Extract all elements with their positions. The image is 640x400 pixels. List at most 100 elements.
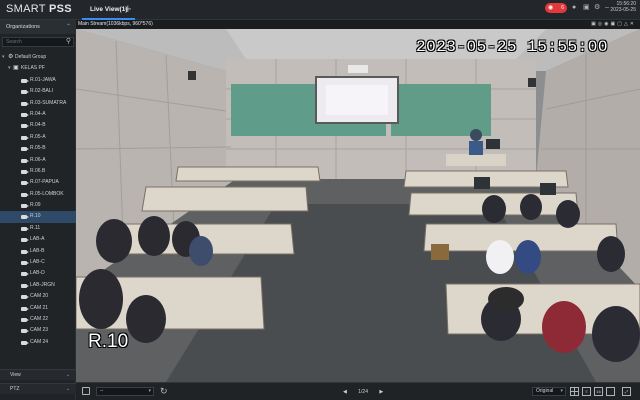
device-item[interactable]: CAM 23 [0,325,76,336]
ptz-label: PTZ [10,386,20,392]
device-item[interactable]: R.10 [0,211,76,223]
chevron-down-icon: ▾ [148,388,151,394]
device-item[interactable]: R.05-B [0,143,76,154]
device-item[interactable]: CAM 21 [0,303,76,314]
layout-list-icon[interactable]: ≡ [582,387,591,396]
device-label: R.11 [30,224,41,231]
camera-icon [21,192,29,197]
camera-icon [21,158,29,163]
device-item[interactable]: R.01-JAWA [0,75,76,86]
device-item[interactable]: LAB-D [0,268,76,279]
tree-root[interactable]: ▾ ⚙ Default Group [0,52,76,63]
device-item[interactable]: R.06.B [0,166,76,177]
device-item[interactable]: R.07-PAPUA [0,177,76,188]
device-item[interactable]: R.02-BALI [0,86,76,97]
device-label: CAM 23 [30,327,49,334]
classroom-scene [76,29,640,382]
device-label: CAM 20 [30,293,49,300]
device-item[interactable]: R.03-SUMATRA [0,98,76,109]
camera-icon [21,181,29,186]
lock-icon[interactable]: ▣ [583,3,590,13]
user-icon[interactable]: ● [572,3,576,13]
add-tab-icon[interactable]: + [124,2,132,16]
layout-grid-icon[interactable] [570,387,579,396]
clock-date: 2023-05-25 [610,7,636,13]
device-item[interactable]: LAB-C [0,257,76,268]
device-item[interactable]: R.05-LOMBOK [0,189,76,200]
camera-icon [21,238,29,243]
bell-icon: ◉ [548,5,554,11]
device-list: R.01-JAWA R.02-BALI R.03-SUMATRA R.04-A R.04… [0,75,76,348]
layout-16-button[interactable]: 16 [594,387,603,396]
stream-tool-icons[interactable]: ▣◎◉▣▢△✕ [591,20,636,29]
camera-icon [21,317,29,322]
device-label: CAM 22 [30,315,49,322]
organizations-header[interactable]: Organizations ⌃ [0,20,76,34]
settings-icon[interactable]: ⚙ [594,3,600,13]
save-view-icon[interactable] [82,387,90,395]
bottom-toolbar: -- ▾ ↻ ◀ 1/24 ▶ Original ▾ ≡ 16 ⤢ [76,382,640,400]
alarm-badge[interactable]: ◉ 6 [545,3,567,13]
camera-icon [21,295,29,300]
camera-icon [21,340,29,345]
device-label: R.04-A [30,110,46,117]
next-page-icon[interactable]: ▶ [379,389,383,395]
chevron-down-icon: ▾ [560,388,563,394]
aspect-ratio-select[interactable]: Original ▾ [532,387,566,396]
device-label: LAB-C [30,259,45,266]
device-label: LAB-D [30,270,45,277]
device-item[interactable]: R.09 [0,200,76,211]
device-item[interactable]: R.06-A [0,155,76,166]
camera-icon [21,215,29,220]
osd-timestamp: 2023-05-25 15:55:00 [416,38,608,56]
search-icon[interactable]: ⚲ [66,37,71,45]
prev-page-icon[interactable]: ◀ [343,389,347,395]
camera-icon [21,101,29,106]
live-view-pane[interactable]: Main Stream(1036kbps, 960*576) ▣◎◉▣▢△✕ 2… [76,20,640,382]
device-item[interactable]: R.04-B [0,120,76,131]
device-label: LAB-JRGN [30,281,55,288]
chevron-up-icon: ⌃ [65,24,71,30]
app-logo: SMART PSS [6,3,72,15]
view-section[interactable]: View ⌄ [0,369,76,380]
fullscreen-icon[interactable]: ⤢ [622,387,631,396]
caret-down-icon[interactable]: ▾ [2,52,5,63]
caret-down-icon[interactable]: ▾ [8,63,11,74]
alarm-count: 6 [561,5,564,11]
page-indicator: 1/24 [358,389,368,395]
view-select[interactable]: -- ▾ [96,387,154,396]
layout-single-icon[interactable] [606,387,615,396]
device-sidebar: Organizations ⌃ ⚲ ▾ ⚙ Default Group ▾ ▣ … [0,20,76,400]
ptz-section[interactable]: PTZ ⌄ [0,383,76,394]
title-bar: SMART PSS Live View(1) + ◉ 6 ● ▣ ⚙ – 15:… [0,0,640,20]
device-item[interactable]: CAM 24 [0,337,76,348]
minimize-icon[interactable]: – [605,3,609,13]
refresh-icon[interactable]: ↻ [160,385,168,397]
system-clock: 15:56:20 2023-05-25 [610,1,636,13]
search-input[interactable] [6,38,62,46]
device-item[interactable]: CAM 22 [0,314,76,325]
group-icon: ⚙ [8,54,14,60]
tree-group[interactable]: ▾ ▣ KELAS PF [0,63,76,74]
device-search-box: ⚲ [2,37,74,47]
camera-video-feed[interactable]: 2023-05-25 15:55:00 R.10 [76,29,640,382]
device-label: R.05-LOMBOK [30,190,64,197]
aspect-ratio-value: Original [536,388,554,394]
camera-icon [21,78,29,83]
camera-icon [21,135,29,140]
device-item[interactable]: R.11 [0,223,76,234]
camera-icon [21,272,29,277]
camera-icon [21,124,29,129]
camera-icon [21,306,29,311]
chevron-down-icon: ⌄ [65,386,70,392]
device-item[interactable]: R.04-A [0,109,76,120]
device-item[interactable]: CAM 20 [0,291,76,302]
device-item[interactable]: LAB-A [0,234,76,245]
device-label: R.09 [30,202,41,209]
device-label: R.05-A [30,133,46,140]
device-item[interactable]: LAB-JRGN [0,280,76,291]
device-item[interactable]: R.05-A [0,132,76,143]
camera-icon [21,249,29,254]
device-item[interactable]: LAB-B [0,246,76,257]
camera-icon [21,112,29,117]
